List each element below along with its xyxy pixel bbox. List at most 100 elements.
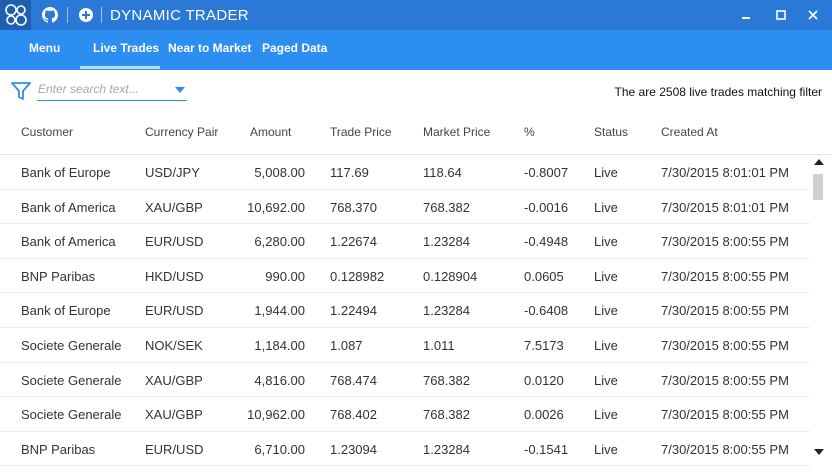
cell-created-at: 7/30/2015 8:00:55 PM — [661, 234, 789, 250]
column-header-market-price[interactable]: Market Price — [423, 125, 490, 139]
app-logo — [0, 0, 31, 30]
cell-percent: 0.0120 — [524, 372, 564, 388]
cell-status: Live — [594, 372, 618, 388]
cell-percent: 0.0026 — [524, 407, 564, 423]
table-row[interactable]: Bank of Europe EUR/USD 1,944.00 1.22494 1.23… — [0, 293, 810, 328]
cell-status: Live — [594, 234, 618, 250]
chevron-down-icon[interactable] — [175, 87, 185, 93]
cell-created-at: 7/30/2015 8:00:55 PM — [661, 337, 789, 353]
cell-market-price: 1.23284 — [423, 441, 470, 457]
maximize-icon — [776, 10, 786, 20]
maximize-button[interactable] — [771, 5, 791, 25]
app-title: DYNAMIC TRADER — [110, 7, 249, 24]
column-header-amount[interactable]: Amount — [250, 125, 291, 139]
nav-item-near-to-market[interactable]: Near to Market — [168, 41, 251, 55]
table-row[interactable]: Societe Generale NOK/SEK 1,184.00 1.087 1.01… — [0, 328, 810, 363]
cell-status: Live — [594, 165, 618, 180]
nav-item-menu[interactable]: Menu — [29, 41, 60, 55]
table-row[interactable]: BNP Paribas EUR/USD 6,710.00 1.23094 1.23284… — [0, 432, 810, 467]
nav-item-paged-data[interactable]: Paged Data — [262, 41, 327, 55]
cell-status: Live — [594, 303, 618, 319]
table-row[interactable]: Societe Generale XAU/GBP 10,962.00 768.402 7… — [0, 397, 810, 432]
table-row[interactable]: Bank of America EUR/USD 6,280.00 1.22674 1.2… — [0, 224, 810, 259]
cell-trade-price: 1.23094 — [330, 441, 377, 457]
search-input[interactable] — [37, 80, 166, 98]
match-count-text: The are 2508 live trades matching filter — [614, 85, 822, 99]
table-header: Customer Currency Pair Amount Trade Pric… — [0, 118, 832, 155]
cell-customer: Societe Generale — [21, 337, 122, 353]
cell-created-at: 7/30/2015 8:00:55 PM — [661, 441, 789, 457]
table-row[interactable]: BNP Paribas HKD/USD 990.00 0.128982 0.128904… — [0, 259, 810, 294]
cell-customer: Societe Generale — [21, 372, 122, 388]
cell-market-price: 0.128904 — [423, 268, 478, 284]
table-row[interactable]: Bank of Europe USD/JPY 5,008.00 117.69 118.6… — [0, 155, 810, 190]
cell-status: Live — [594, 268, 618, 284]
cell-trade-price: 1.22674 — [330, 234, 377, 250]
cell-currency-pair: XAU/GBP — [145, 372, 203, 388]
cell-created-at: 7/30/2015 8:01:01 PM — [661, 165, 789, 180]
cell-status: Live — [594, 199, 618, 215]
minimize-icon — [742, 17, 750, 19]
vertical-scrollbar[interactable] — [812, 155, 826, 461]
cell-percent: -0.4948 — [524, 234, 569, 250]
column-header-percent[interactable]: % — [524, 125, 535, 139]
column-header-customer[interactable]: Customer — [21, 125, 73, 139]
column-header-currency-pair[interactable]: Currency Pair — [145, 125, 218, 139]
scroll-thumb[interactable] — [813, 174, 823, 200]
close-button[interactable] — [803, 5, 823, 25]
cell-status: Live — [594, 441, 618, 457]
cell-trade-price: 768.402 — [330, 407, 377, 423]
add-icon[interactable] — [76, 5, 96, 25]
cell-trade-price: 117.69 — [330, 165, 369, 180]
cell-created-at: 7/30/2015 8:00:55 PM — [661, 303, 789, 319]
minimize-button[interactable] — [736, 5, 756, 25]
cell-status: Live — [594, 407, 618, 423]
column-header-created-at[interactable]: Created At — [661, 125, 718, 139]
cell-percent: -0.8007 — [524, 165, 569, 180]
cell-amount: 6,280.00 — [254, 234, 305, 250]
cell-trade-price: 1.087 — [330, 337, 363, 353]
active-tab-indicator — [80, 66, 160, 69]
cell-customer: Bank of America — [21, 234, 116, 250]
cell-created-at: 7/30/2015 8:00:55 PM — [661, 407, 789, 423]
cell-currency-pair: EUR/USD — [145, 234, 204, 250]
table-body: Bank of Europe USD/JPY 5,008.00 117.69 118.6… — [0, 155, 810, 474]
cell-currency-pair: USD/JPY — [145, 165, 200, 180]
nav-item-live-trades[interactable]: Live Trades — [93, 41, 159, 55]
cell-amount: 990.00 — [265, 268, 305, 284]
app-logo-icon — [4, 4, 27, 26]
table-row[interactable]: Societe Generale XAU/GBP 4,816.00 768.474 76… — [0, 363, 810, 398]
cell-market-price: 1.23284 — [423, 303, 470, 319]
cell-currency-pair: EUR/USD — [145, 441, 204, 457]
table-row[interactable]: Bank of America XAU/GBP 10,692.00 768.370 76… — [0, 190, 810, 225]
search-box[interactable] — [37, 80, 187, 101]
cell-amount: 5,008.00 — [254, 165, 305, 180]
title-bar: DYNAMIC TRADER — [0, 0, 832, 30]
title-separator — [67, 7, 68, 23]
cell-trade-price: 0.128982 — [330, 268, 385, 284]
cell-customer: Bank of Europe — [21, 165, 111, 180]
cell-market-price: 118.64 — [423, 165, 462, 180]
cell-market-price: 1.23284 — [423, 234, 470, 250]
cell-market-price: 768.382 — [423, 372, 470, 388]
cell-trade-price: 768.474 — [330, 372, 377, 388]
filter-icon — [10, 80, 32, 102]
cell-currency-pair: NOK/SEK — [145, 337, 203, 353]
cell-percent: -0.6408 — [524, 303, 569, 319]
cell-trade-price: 1.22494 — [330, 303, 377, 319]
cell-percent: 7.5173 — [524, 337, 564, 353]
title-separator — [101, 7, 102, 23]
cell-percent: 0.0605 — [524, 268, 564, 284]
scroll-down-arrow-icon[interactable] — [814, 449, 824, 455]
column-header-trade-price[interactable]: Trade Price — [330, 125, 392, 139]
github-icon[interactable] — [40, 5, 60, 25]
cell-currency-pair: HKD/USD — [145, 268, 204, 284]
cell-customer: Bank of America — [21, 199, 116, 215]
cell-amount: 10,692.00 — [247, 199, 305, 215]
cell-percent: -0.1541 — [524, 441, 569, 457]
column-header-status[interactable]: Status — [594, 125, 628, 139]
cell-amount: 10,962.00 — [247, 407, 305, 423]
scroll-up-arrow-icon[interactable] — [814, 159, 824, 165]
cell-customer: Societe Generale — [21, 407, 122, 423]
cell-amount: 1,944.00 — [254, 303, 305, 319]
